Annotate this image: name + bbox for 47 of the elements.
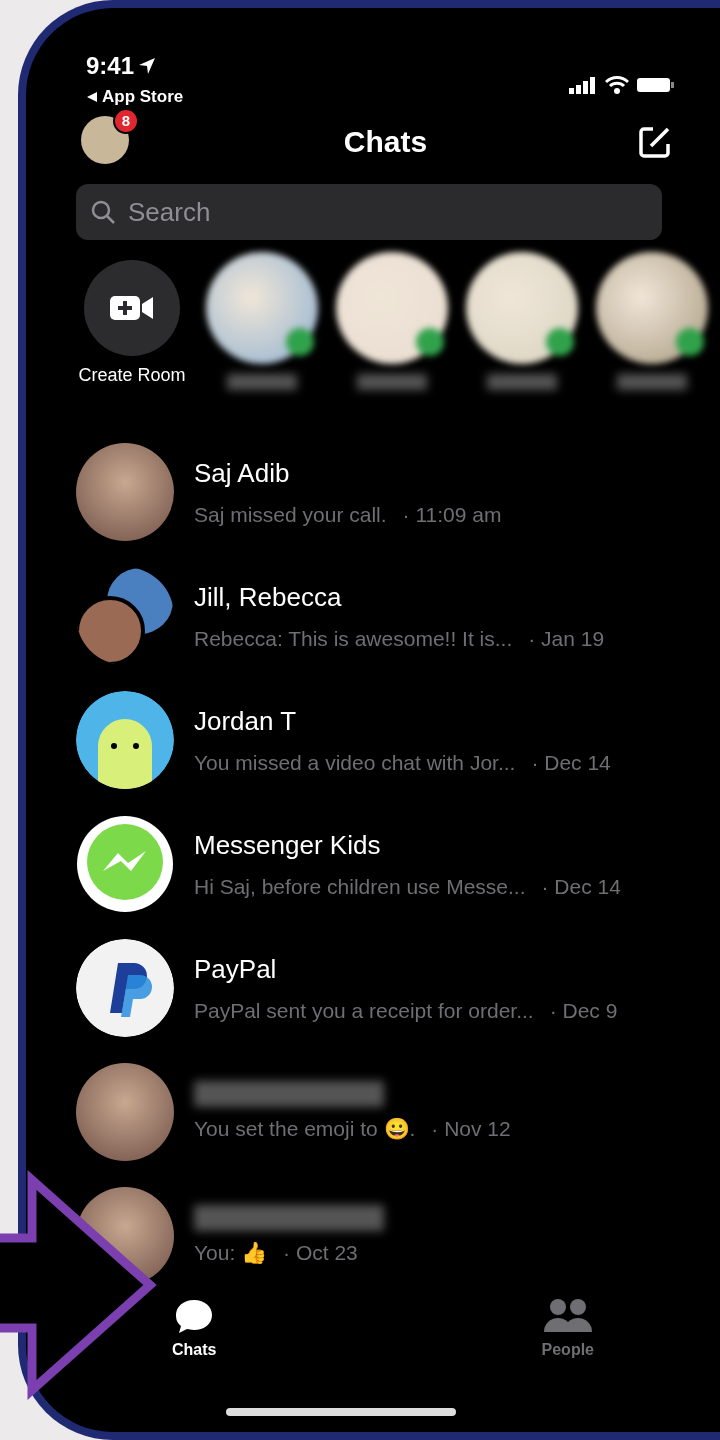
video-plus-icon bbox=[110, 293, 154, 323]
message-time: · 11:09 am bbox=[402, 502, 502, 529]
message-preview: Hi Saj, before children use Messe... bbox=[194, 874, 526, 901]
message-preview: You missed a video chat with Jor... bbox=[194, 750, 516, 777]
contact-name: Jill, Rebecca bbox=[194, 581, 343, 615]
message-preview: PayPal sent you a receipt for order... bbox=[194, 998, 534, 1025]
blurred-label bbox=[617, 374, 687, 390]
battery-icon bbox=[637, 76, 675, 94]
message-time: · Jan 19 bbox=[528, 626, 605, 653]
back-link[interactable]: App Store bbox=[102, 84, 184, 110]
contact-avatar[interactable] bbox=[206, 252, 318, 364]
chat-bubble-icon bbox=[174, 1298, 215, 1334]
message-time: · Oct 23 bbox=[283, 1239, 358, 1266]
contact-avatar[interactable] bbox=[596, 252, 708, 364]
tab-button[interactable]: People bbox=[535, 1297, 600, 1363]
wifi-icon bbox=[605, 76, 629, 94]
message-preview: Saj missed your call. bbox=[194, 502, 387, 529]
status-time: 9:41 bbox=[86, 51, 135, 81]
signal-icon bbox=[569, 76, 597, 94]
chat-bubble-logo-icon bbox=[76, 815, 174, 913]
message-preview: You set the emoji to 😀. bbox=[194, 1115, 416, 1142]
create-room-label: Create Room bbox=[78, 364, 186, 387]
message-preview: Rebecca: This is awesome!! It is... bbox=[194, 626, 513, 653]
profile-avatar[interactable] bbox=[81, 116, 129, 164]
blurred-label bbox=[227, 374, 297, 390]
contact-name: PayPal bbox=[194, 953, 278, 987]
contact-name: Saj Adib bbox=[194, 457, 291, 491]
message-preview: You: 👍 bbox=[194, 1239, 268, 1266]
contact-name: Messenger Kids bbox=[194, 829, 382, 863]
message-time: · Dec 14 bbox=[531, 750, 611, 777]
people-icon bbox=[541, 1298, 594, 1334]
page-title: Chats bbox=[343, 124, 428, 160]
search-field[interactable]: Search bbox=[76, 184, 662, 240]
message-time: · Nov 12 bbox=[431, 1115, 511, 1142]
letter-logo-icon bbox=[76, 939, 174, 1037]
message-time: · Dec 14 bbox=[541, 874, 621, 901]
notification-badge: 8 bbox=[113, 108, 139, 134]
location-arrow-icon bbox=[138, 57, 157, 75]
message-time: · Dec 9 bbox=[549, 998, 618, 1025]
contact-avatar[interactable] bbox=[336, 252, 448, 364]
blurred-label bbox=[487, 374, 557, 390]
blurred-label bbox=[357, 374, 427, 390]
contact-avatar[interactable] bbox=[466, 252, 578, 364]
compose-icon[interactable] bbox=[638, 125, 672, 159]
tab-button[interactable]: Chats bbox=[166, 1297, 223, 1363]
contact-name: Jordan T bbox=[194, 705, 298, 739]
back-triangle-icon bbox=[86, 90, 98, 103]
